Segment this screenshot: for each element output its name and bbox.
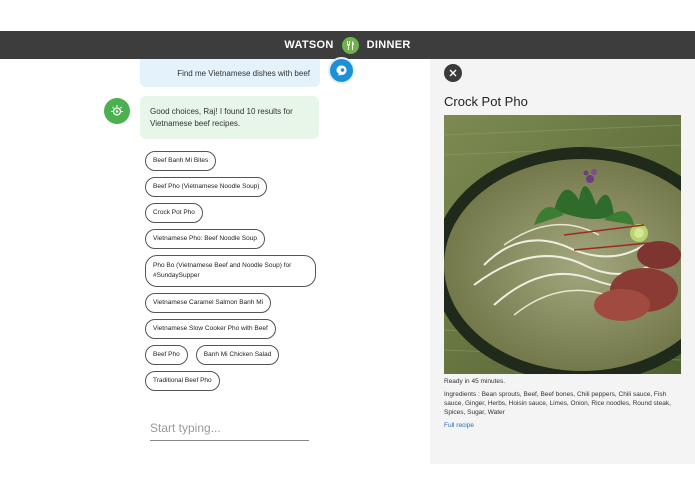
chat-area: Find me Vietnamese dishes with beef Good… [0,57,430,494]
result-chip[interactable]: Beef Pho [145,345,188,365]
bot-message: Good choices, Raj! I found 10 results fo… [140,96,319,139]
fork-knife-icon [341,36,359,54]
result-chip[interactable]: Vietnamese Pho: Beef Noodle Soup [145,229,265,249]
full-recipe-link[interactable]: Full recipe [444,422,474,429]
message-input[interactable] [150,415,309,440]
user-bubble-icon [328,57,355,84]
user-message: Find me Vietnamese dishes with beef [140,59,320,87]
close-icon[interactable] [444,64,462,82]
recipe-panel: Crock Pot Pho Ready in 45 minutes. Ingre… [430,59,695,464]
brand-right-word: DINNER [366,39,411,51]
ready-time: Ready in 45 minutes. [444,378,506,385]
result-chip[interactable]: Beef Pho (Vietnamese Noodle Soup) [145,177,268,197]
result-chip[interactable]: Banh Mi Chicken Salad [195,345,280,365]
result-chip[interactable]: Pho Bo (Vietnamese Beef and Noodle Soup)… [145,255,316,287]
message-input-wrap [150,415,309,441]
recipe-meta: Ready in 45 minutes. Ingredients : Bean … [444,377,684,434]
bot-message-text: Good choices, Raj! I found 10 results fo… [150,107,293,128]
ingredients-text: Ingredients : Bean sprouts, Beef, Beef b… [444,391,671,416]
brand-left-word: WATSON [284,39,334,51]
result-chip[interactable]: Crock Pot Pho [145,203,203,223]
result-chip[interactable]: Beef Banh Mi Bites [145,151,217,171]
result-chip[interactable]: Traditional Beef Pho [145,371,220,391]
brand: WATSON DINNER [284,36,411,54]
result-list: Beef Banh Mi Bites Beef Pho (Vietnamese … [145,151,335,397]
app-header: WATSON DINNER [0,31,695,59]
result-chip[interactable]: Vietnamese Caramel Salmon Banh Mi [145,293,272,313]
recipe-photo [444,115,681,374]
user-message-text: Find me Vietnamese dishes with beef [177,68,310,78]
result-chip[interactable]: Vietnamese Slow Cooker Pho with Beef [145,319,276,339]
watson-bot-icon [104,98,130,124]
recipe-title: Crock Pot Pho [444,94,528,109]
